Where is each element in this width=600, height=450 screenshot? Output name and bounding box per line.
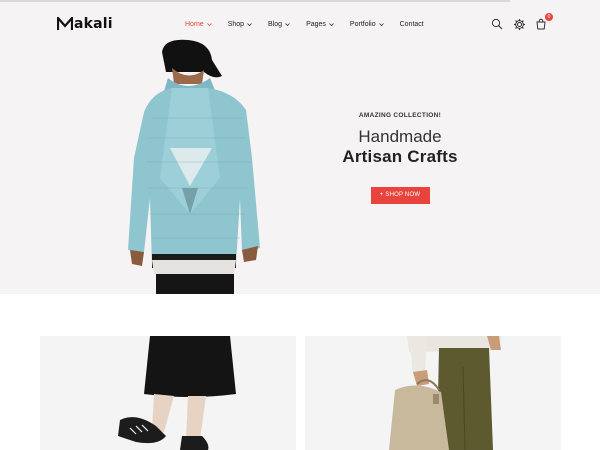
nav-item-label: Home (185, 20, 204, 28)
top-divider (0, 0, 510, 2)
header-actions: 0 (489, 13, 553, 32)
search-icon (491, 18, 503, 30)
logo-text: akali (74, 16, 113, 32)
hero-eyebrow: AMAZING COLLECTION! (358, 112, 442, 119)
gear-icon (513, 18, 525, 30)
chevron-down-icon (285, 22, 290, 27)
hero-section: akali Home Shop Blog Pages Portfolio Con… (0, 0, 600, 294)
shop-now-button[interactable]: + SHOP NOW (370, 187, 430, 204)
chevron-down-icon (329, 22, 334, 27)
hero-copy: AMAZING COLLECTION! Handmade Artisan Cra… (300, 112, 500, 204)
cart-count-badge: 0 (545, 13, 553, 21)
nav-item-pages[interactable]: Pages (306, 21, 334, 28)
nav-item-label: Contact (399, 20, 424, 28)
nav-item-contact[interactable]: Contact (400, 21, 424, 28)
settings-button[interactable] (511, 16, 527, 32)
collection-card-right[interactable] (305, 336, 561, 450)
nav-item-label: Shop (227, 20, 245, 28)
nav-item-home[interactable]: Home (185, 21, 212, 28)
nav-item-shop[interactable]: Shop (228, 21, 252, 28)
site-logo[interactable]: akali (57, 15, 117, 33)
nav-item-label: Portfolio (349, 20, 376, 28)
chevron-down-icon (206, 22, 212, 27)
hero-model-image (128, 39, 260, 294)
hero-headline-line2: Artisan Crafts (342, 147, 458, 166)
search-button[interactable] (489, 16, 505, 32)
nav-item-label: Blog (268, 20, 283, 28)
nav-item-blog[interactable]: Blog (268, 21, 290, 28)
cart-button[interactable]: 0 (533, 13, 553, 32)
chevron-down-icon (378, 22, 384, 27)
logo-mark-icon (57, 17, 73, 30)
model-bag-image (389, 336, 501, 450)
nav-item-label: Pages (306, 20, 326, 28)
hero-headline-line1: Handmade (358, 127, 442, 146)
model-skirt-image (118, 336, 236, 450)
collection-card-left[interactable] (40, 336, 296, 450)
nav-item-portfolio[interactable]: Portfolio (350, 21, 384, 28)
main-nav: Home Shop Blog Pages Portfolio Contact (185, 18, 440, 30)
chevron-down-icon (247, 22, 252, 27)
